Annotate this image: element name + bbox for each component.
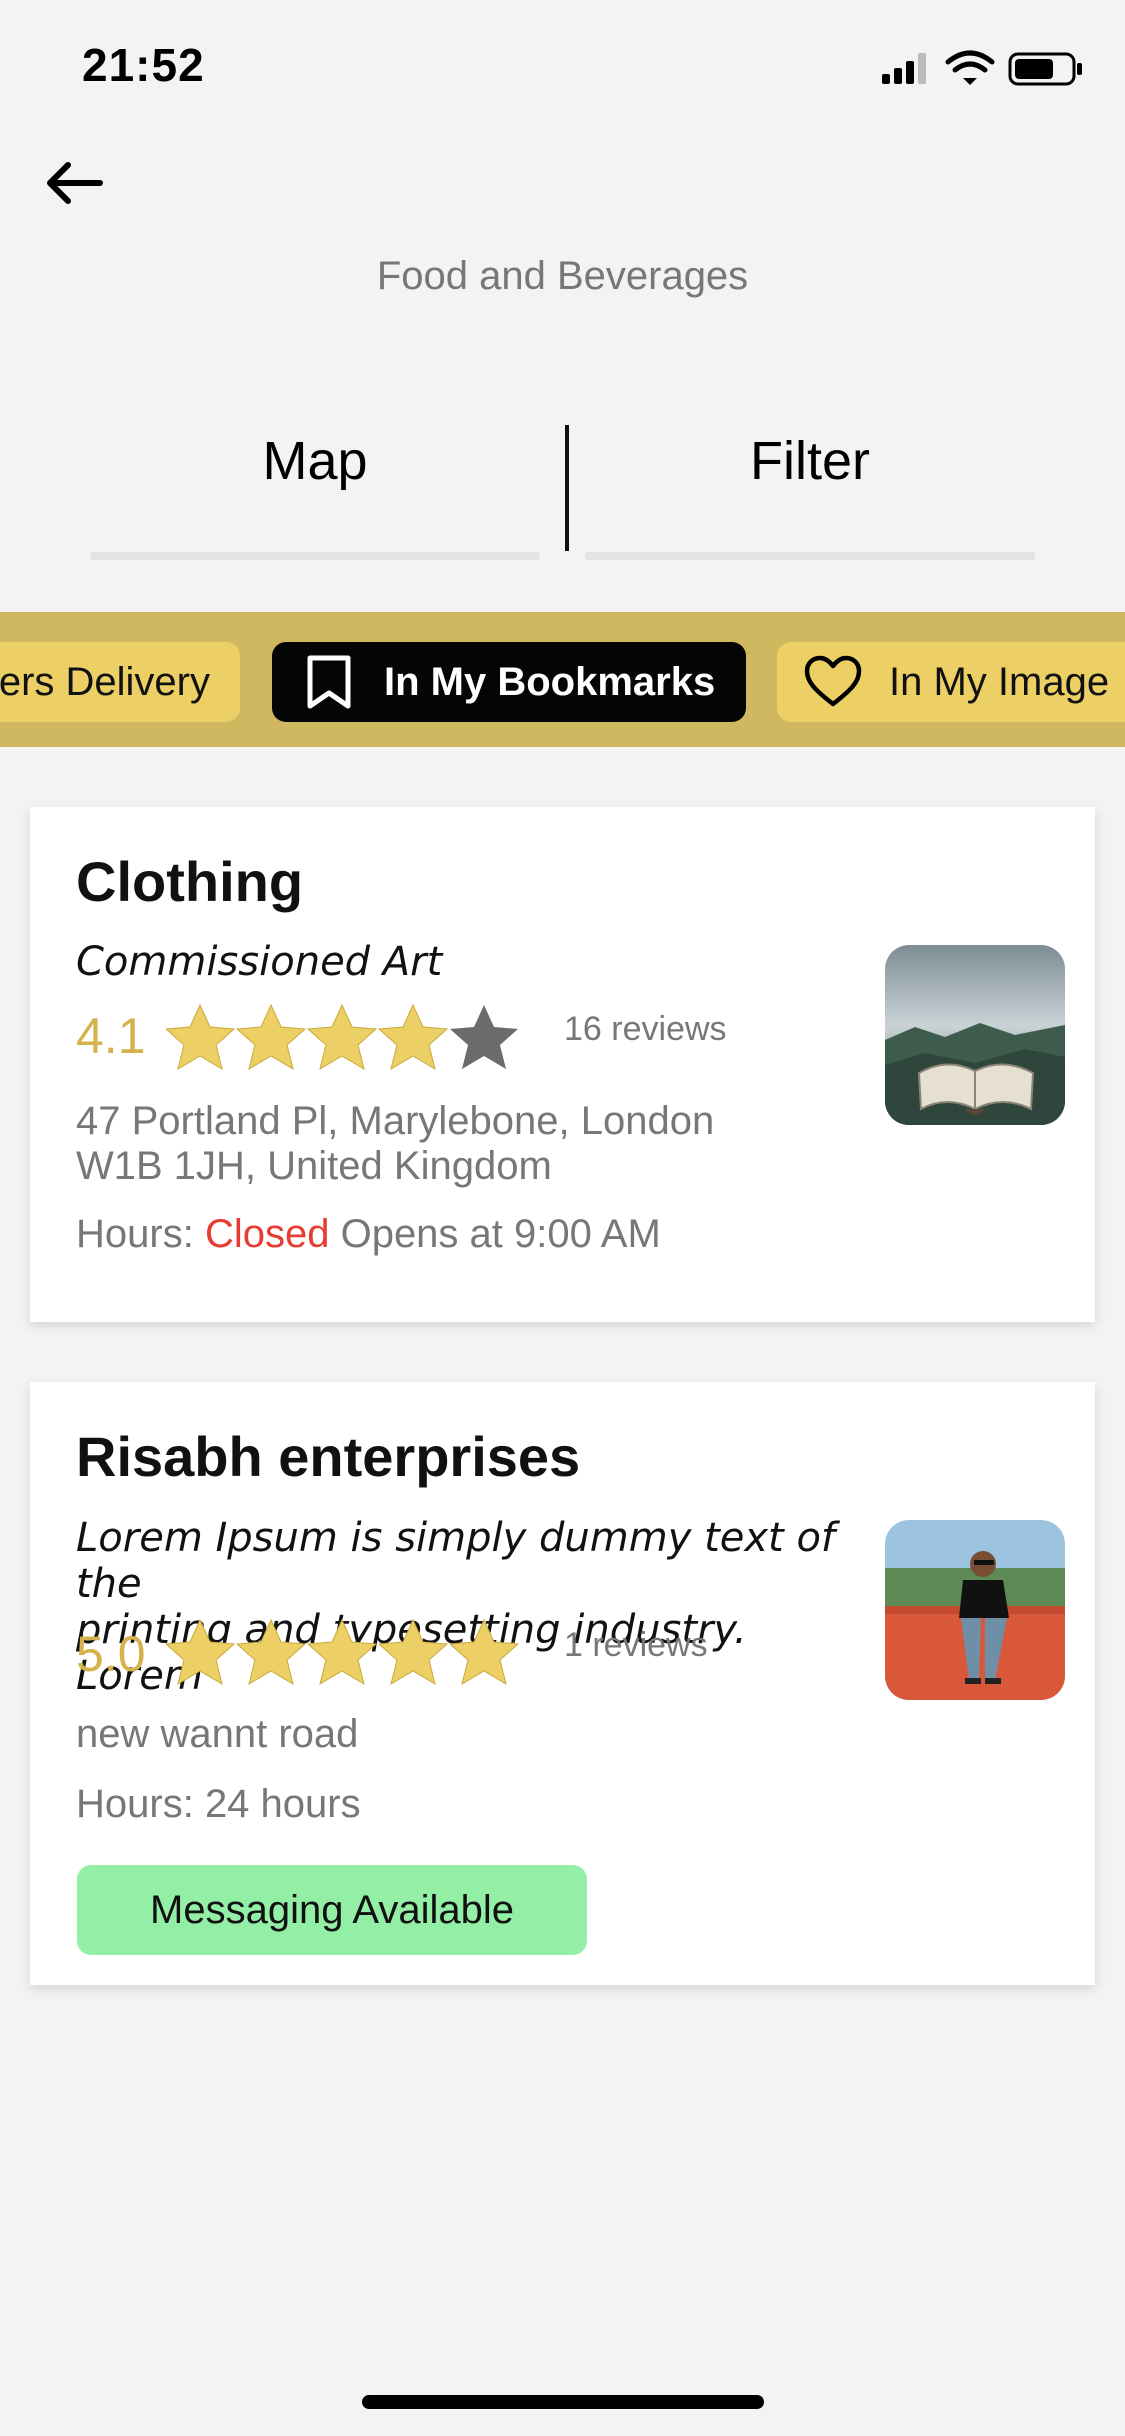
status-time: 21:52 xyxy=(82,39,205,91)
star-icon xyxy=(235,1618,307,1686)
chip-label: In My Bookmarks xyxy=(384,659,716,704)
listing-title: Risabh enterprises xyxy=(76,1425,581,1488)
battery-icon xyxy=(1008,52,1082,86)
star-rating xyxy=(164,1610,536,1695)
filter-chip-strip[interactable]: ers Delivery In My Bookmarks In My Image xyxy=(0,612,1125,747)
review-count: 1 reviews xyxy=(564,1626,708,1664)
bookmark-icon xyxy=(307,655,351,709)
rating-value: 5.0 xyxy=(76,1626,146,1682)
star-icon xyxy=(377,1003,449,1071)
listing-thumbnail[interactable] xyxy=(885,945,1065,1125)
star-icon xyxy=(235,1003,307,1071)
open-book-image xyxy=(885,945,1065,1125)
wifi-icon xyxy=(945,50,995,85)
chip-delivery[interactable]: ers Delivery xyxy=(0,642,240,722)
hours-detail: 24 hours xyxy=(204,1782,361,1826)
star-icon xyxy=(306,1003,378,1071)
listing-address: 47 Portland Pl, Marylebone, London W1B 1… xyxy=(76,1099,836,1189)
subtitle-line: Lorem Ipsum is simply dummy text of the xyxy=(76,1515,836,1607)
chip-images[interactable]: In My Image xyxy=(777,642,1125,722)
chip-label: In My Image xyxy=(889,659,1110,704)
tab-map-underline xyxy=(90,552,540,560)
hours-detail: Opens at 9:00 AM xyxy=(340,1212,661,1256)
status-icons xyxy=(878,48,1088,88)
star-icon xyxy=(164,1003,236,1071)
chip-bookmarks[interactable]: In My Bookmarks xyxy=(272,642,746,722)
arrow-left-icon xyxy=(47,162,103,204)
hours-label: Hours: xyxy=(76,1782,194,1826)
listing-hours: Hours: Closed Opens at 9:00 AM xyxy=(76,1212,661,1257)
star-icon xyxy=(164,1618,236,1686)
messaging-available-badge[interactable]: Messaging Available xyxy=(77,1865,587,1955)
cellular-signal-icon xyxy=(882,53,926,84)
back-button[interactable] xyxy=(40,150,110,220)
listing-hours: Hours: 24 hours xyxy=(76,1782,361,1827)
star-empty-icon xyxy=(450,1005,518,1069)
listing-address: new wannt road xyxy=(76,1712,359,1756)
tab-divider xyxy=(565,425,569,551)
address-line: 47 Portland Pl, Marylebone, London xyxy=(76,1099,715,1143)
star-icon xyxy=(377,1618,449,1686)
chip-label: ers Delivery xyxy=(0,659,210,704)
rating-value: 4.1 xyxy=(76,1008,146,1064)
address-line: W1B 1JH, United Kingdom xyxy=(76,1144,552,1188)
person-photo xyxy=(885,1520,1065,1700)
heart-icon xyxy=(804,655,862,707)
listing-subtitle: Commissioned Art xyxy=(76,939,443,985)
hours-label: Hours: xyxy=(76,1212,194,1256)
tab-filter[interactable]: Filter xyxy=(585,430,1035,492)
listing-title: Clothing xyxy=(76,850,304,913)
hours-status-closed: Closed xyxy=(204,1212,330,1256)
review-count: 16 reviews xyxy=(564,1010,727,1048)
star-icon xyxy=(448,1618,520,1686)
listing-card[interactable]: Risabh enterprises Lorem Ipsum is simply… xyxy=(30,1382,1095,1985)
page-title: Food and Beverages xyxy=(376,254,749,298)
listing-card[interactable]: Clothing Commissioned Art 4.1 16 reviews… xyxy=(30,807,1095,1322)
star-rating xyxy=(164,995,536,1080)
tab-map[interactable]: Map xyxy=(90,430,540,492)
listing-thumbnail[interactable] xyxy=(885,1520,1065,1700)
tab-filter-underline xyxy=(585,552,1035,560)
star-icon xyxy=(306,1618,378,1686)
home-indicator[interactable] xyxy=(362,2395,764,2409)
